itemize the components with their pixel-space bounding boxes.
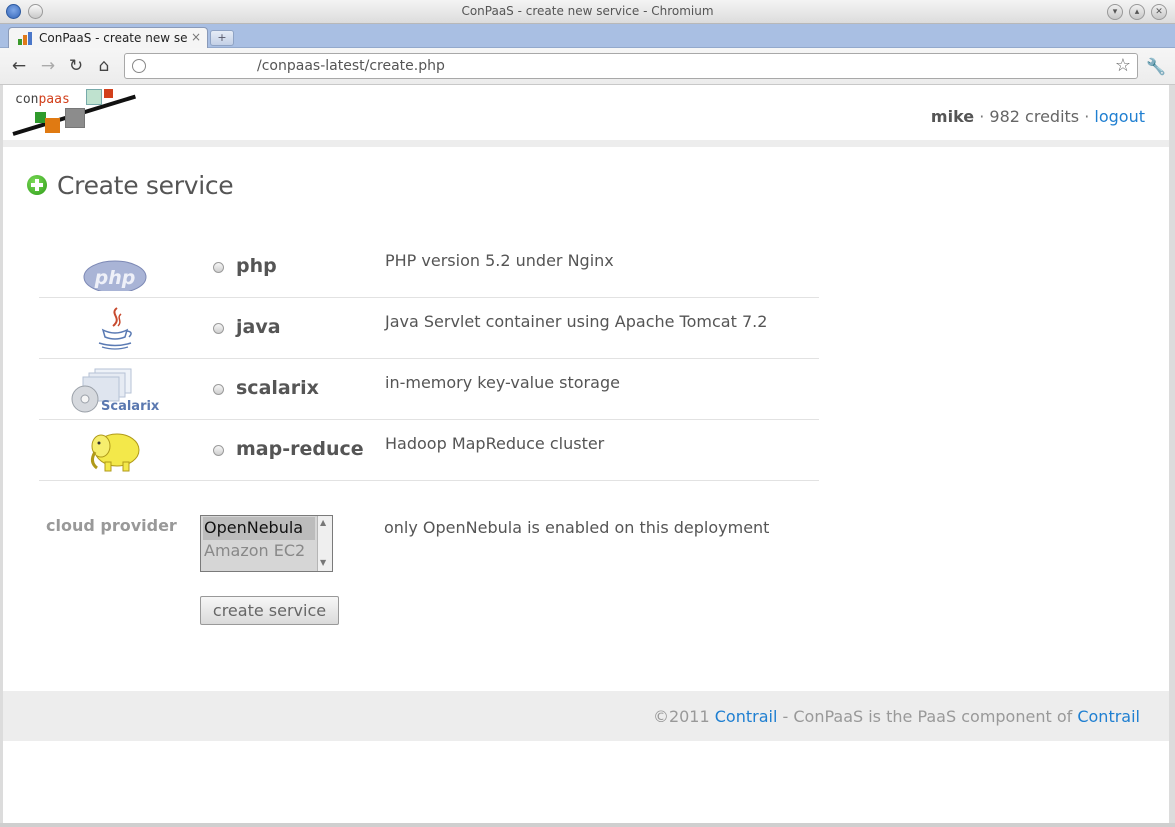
tab-label: ConPaaS - create new service — [39, 31, 187, 45]
cloud-provider-option-opennebula[interactable]: OpenNebula — [203, 517, 315, 540]
tab-strip: ConPaaS - create new service × + — [0, 24, 1175, 49]
address-url: /conpaas-latest/create.php — [257, 58, 445, 74]
cloud-provider-note: only OpenNebula is enabled on this deplo… — [384, 518, 770, 537]
wrench-menu-icon[interactable]: 🔧 — [1146, 57, 1166, 76]
service-description: Hadoop MapReduce cluster — [385, 434, 605, 453]
scroll-down-icon[interactable]: ▼ — [320, 558, 326, 567]
header-divider — [3, 140, 1169, 147]
service-row-scalarix[interactable]: Scalarix scalarix in-memory key-value st… — [39, 359, 819, 420]
service-name: php — [236, 255, 277, 277]
contrail-link[interactable]: Contrail — [715, 707, 778, 726]
back-icon[interactable]: ← — [9, 56, 29, 76]
new-tab-button[interactable]: + — [210, 30, 234, 46]
svg-text:Scalarix: Scalarix — [101, 399, 160, 413]
browser-toolbar: ← → ↻ ⌂ /conpaas-latest/create.php ☆ 🔧 — [0, 48, 1175, 85]
logo-square-mint — [86, 89, 102, 105]
bookmark-star-icon[interactable]: ☆ — [1115, 55, 1131, 76]
hadoop-elephant-icon — [79, 428, 151, 474]
scroll-up-icon[interactable]: ▲ — [320, 518, 326, 527]
service-name: scalarix — [236, 377, 319, 399]
service-radio-map-reduce[interactable] — [213, 445, 224, 456]
logo-wordmark: conpaas — [15, 92, 70, 107]
page-content: conpaas mike · 982 credits · logout Crea… — [3, 85, 1169, 825]
service-name: java — [236, 316, 281, 338]
cloud-provider-label: cloud provider — [46, 516, 177, 535]
tab-conpaas[interactable]: ConPaaS - create new service × — [8, 27, 208, 49]
scalarix-logo-icon: Scalarix — [69, 367, 164, 414]
conpaas-logo[interactable]: conpaas — [12, 88, 138, 138]
java-logo-icon — [79, 306, 151, 352]
php-logo-icon: php — [79, 245, 151, 294]
cloud-provider-option-amazon-ec2: Amazon EC2 — [204, 541, 306, 560]
service-description: PHP version 5.2 under Nginx — [385, 251, 614, 270]
forward-icon[interactable]: → — [38, 56, 58, 76]
service-row-map-reduce[interactable]: map-reduce Hadoop MapReduce cluster — [39, 420, 819, 481]
site-header: conpaas mike · 982 credits · logout — [3, 85, 1169, 140]
service-row-java[interactable]: java Java Servlet container using Apache… — [39, 298, 819, 359]
service-radio-java[interactable] — [213, 323, 224, 334]
add-circle-icon — [27, 175, 47, 195]
home-icon[interactable]: ⌂ — [94, 56, 114, 76]
credits: 982 credits — [989, 107, 1080, 126]
service-radio-scalarix[interactable] — [213, 384, 224, 395]
conpaas-favicon-icon — [18, 32, 32, 45]
close-window-icon[interactable]: ✕ — [1151, 4, 1167, 20]
site-footer: ©2011 Contrail - ConPaaS is the PaaS com… — [3, 691, 1169, 741]
listbox-scrollbar[interactable]: ▲ ▼ — [317, 516, 332, 571]
globe-icon — [132, 59, 146, 73]
window-border-right — [1169, 85, 1175, 827]
create-service-button[interactable]: create service — [200, 596, 339, 625]
reload-icon[interactable]: ↻ — [66, 56, 86, 76]
window-border-bottom — [0, 823, 1175, 827]
svg-text:php: php — [94, 267, 136, 289]
service-description: in-memory key-value storage — [385, 373, 620, 392]
logo-square-orange — [45, 118, 60, 133]
service-radio-php[interactable] — [213, 262, 224, 273]
address-bar[interactable]: /conpaas-latest/create.php ☆ — [124, 53, 1138, 79]
service-description: Java Servlet container using Apache Tomc… — [385, 312, 768, 331]
minimize-icon[interactable]: ▾ — [1107, 4, 1123, 20]
contrail-link-2[interactable]: Contrail — [1077, 707, 1140, 726]
tab-close-icon[interactable]: × — [191, 30, 201, 44]
service-name: map-reduce — [236, 438, 364, 460]
window-title: ConPaaS - create new service - Chromium — [461, 4, 714, 18]
logout-link[interactable]: logout — [1094, 107, 1145, 126]
username: mike — [930, 107, 975, 126]
window-titlebar: ConPaaS - create new service - Chromium … — [0, 0, 1175, 24]
user-info: mike · 982 credits · logout — [930, 107, 1145, 126]
footer-text: ©2011 Contrail - ConPaaS is the PaaS com… — [652, 707, 1140, 726]
logo-square-gray — [65, 108, 85, 128]
cloud-provider-select[interactable]: OpenNebula Amazon EC2 ▲ ▼ — [200, 515, 333, 572]
maximize-icon[interactable]: ▴ — [1129, 4, 1145, 20]
logo-square-red — [104, 89, 113, 98]
service-row-php[interactable]: php php PHP version 5.2 under Nginx — [39, 237, 819, 298]
